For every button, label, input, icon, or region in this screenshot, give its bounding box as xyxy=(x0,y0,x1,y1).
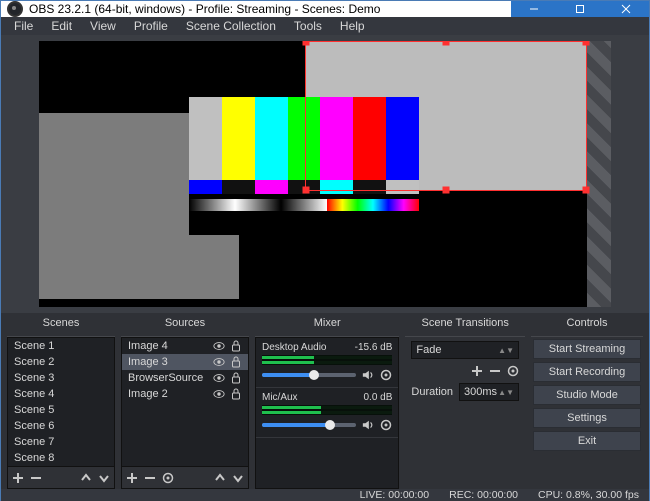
chevron-updown-icon: ▲▼ xyxy=(498,390,514,395)
scene-down-button[interactable] xyxy=(98,472,110,484)
transition-remove-button[interactable] xyxy=(489,365,501,377)
gear-icon[interactable] xyxy=(507,365,519,377)
source-remove-button[interactable] xyxy=(144,472,156,484)
channel-db: -15.6 dB xyxy=(355,342,393,353)
source-item[interactable]: Image 2 xyxy=(122,386,248,402)
scenes-list[interactable]: Scene 1 Scene 2 Scene 3 Scene 4 Scene 5 … xyxy=(7,337,115,467)
scene-up-button[interactable] xyxy=(80,472,92,484)
speaker-icon[interactable] xyxy=(362,369,374,381)
maximize-button[interactable] xyxy=(557,1,603,17)
window-title: OBS 23.2.1 (64-bit, windows) - Profile: … xyxy=(29,2,511,16)
mixer-channel: Mic/Aux 0.0 dB xyxy=(256,388,398,438)
speaker-icon[interactable] xyxy=(362,419,374,431)
controls-panel: Controls Start Streaming Start Recording… xyxy=(531,317,643,489)
menubar: File Edit View Profile Scene Collection … xyxy=(1,17,649,35)
eye-icon[interactable] xyxy=(213,372,225,384)
lock-icon[interactable] xyxy=(230,388,242,400)
status-bar: LIVE: 00:00:00 REC: 00:00:00 CPU: 0.8%, … xyxy=(1,489,649,501)
sources-panel: Sources Image 4 Image 3 BrowserSource Im… xyxy=(121,317,249,489)
transitions-panel: Scene Transitions Fade ▲▼ Duration 300ms… xyxy=(405,317,525,489)
menu-help[interactable]: Help xyxy=(331,17,374,35)
lock-icon[interactable] xyxy=(230,340,242,352)
chevron-updown-icon: ▲▼ xyxy=(498,348,514,353)
level-meter xyxy=(262,405,392,415)
studio-mode-button[interactable]: Studio Mode xyxy=(533,385,641,405)
level-meter xyxy=(262,355,392,365)
exit-button[interactable]: Exit xyxy=(533,431,641,451)
gear-icon[interactable] xyxy=(380,369,392,381)
mixer-body: Desktop Audio -15.6 dB xyxy=(255,337,399,489)
sources-header: Sources xyxy=(121,317,249,337)
lock-icon[interactable] xyxy=(230,356,242,368)
status-cpu: CPU: 0.8%, 30.00 fps xyxy=(538,489,639,501)
gear-icon[interactable] xyxy=(380,419,392,431)
eye-icon[interactable] xyxy=(213,388,225,400)
menu-view[interactable]: View xyxy=(81,17,125,35)
scene-remove-button[interactable] xyxy=(30,472,42,484)
channel-name: Mic/Aux xyxy=(262,392,298,403)
mixer-panel: Mixer Desktop Audio -15.6 dB xyxy=(255,317,399,489)
transitions-header: Scene Transitions xyxy=(405,317,525,337)
status-rec: REC: 00:00:00 xyxy=(449,489,518,501)
transition-select[interactable]: Fade ▲▼ xyxy=(411,341,519,359)
preview-canvas[interactable] xyxy=(39,41,611,307)
scene-item[interactable]: Scene 3 xyxy=(8,370,114,386)
scenes-header: Scenes xyxy=(7,317,115,337)
scene-item[interactable]: Scene 1 xyxy=(8,338,114,354)
menu-scene-collection[interactable]: Scene Collection xyxy=(177,17,285,35)
scene-item[interactable]: Scene 7 xyxy=(8,434,114,450)
source-item[interactable]: BrowserSource xyxy=(122,370,248,386)
volume-slider[interactable] xyxy=(262,373,356,377)
menu-tools[interactable]: Tools xyxy=(285,17,331,35)
menu-profile[interactable]: Profile xyxy=(125,17,177,35)
channel-db: 0.0 dB xyxy=(364,392,393,403)
scenes-panel: Scenes Scene 1 Scene 2 Scene 3 Scene 4 S… xyxy=(7,317,115,489)
sources-list[interactable]: Image 4 Image 3 BrowserSource Image 2 xyxy=(121,337,249,467)
start-recording-button[interactable]: Start Recording xyxy=(533,362,641,382)
scene-add-button[interactable] xyxy=(12,472,24,484)
scene-item[interactable]: Scene 5 xyxy=(8,402,114,418)
duration-input[interactable]: 300ms ▲▼ xyxy=(459,383,519,401)
minimize-button[interactable] xyxy=(511,1,557,17)
source-up-button[interactable] xyxy=(214,472,226,484)
eye-icon[interactable] xyxy=(213,340,225,352)
menu-edit[interactable]: Edit xyxy=(42,17,81,35)
controls-header: Controls xyxy=(531,317,643,337)
status-live: LIVE: 00:00:00 xyxy=(360,489,429,501)
duration-label: Duration xyxy=(411,386,453,398)
start-streaming-button[interactable]: Start Streaming xyxy=(533,339,641,359)
source-item[interactable]: Image 3 xyxy=(122,354,248,370)
app-icon xyxy=(7,1,23,17)
mixer-header: Mixer xyxy=(255,317,399,337)
scene-item[interactable]: Scene 4 xyxy=(8,386,114,402)
volume-slider[interactable] xyxy=(262,423,356,427)
scene-item[interactable]: Scene 2 xyxy=(8,354,114,370)
channel-name: Desktop Audio xyxy=(262,342,327,353)
source-item[interactable]: Image 4 xyxy=(122,338,248,354)
scene-item[interactable]: Scene 6 xyxy=(8,418,114,434)
source-settings-button[interactable] xyxy=(162,472,174,484)
transition-add-button[interactable] xyxy=(471,365,483,377)
eye-icon[interactable] xyxy=(213,356,225,368)
preview-area[interactable] xyxy=(1,35,649,313)
selection-box[interactable] xyxy=(305,41,587,191)
menu-file[interactable]: File xyxy=(5,17,42,35)
lock-icon[interactable] xyxy=(230,372,242,384)
mixer-channel: Desktop Audio -15.6 dB xyxy=(256,338,398,388)
source-add-button[interactable] xyxy=(126,472,138,484)
close-button[interactable] xyxy=(603,1,649,17)
settings-button[interactable]: Settings xyxy=(533,408,641,428)
source-down-button[interactable] xyxy=(232,472,244,484)
scene-item[interactable]: Scene 8 xyxy=(8,450,114,466)
